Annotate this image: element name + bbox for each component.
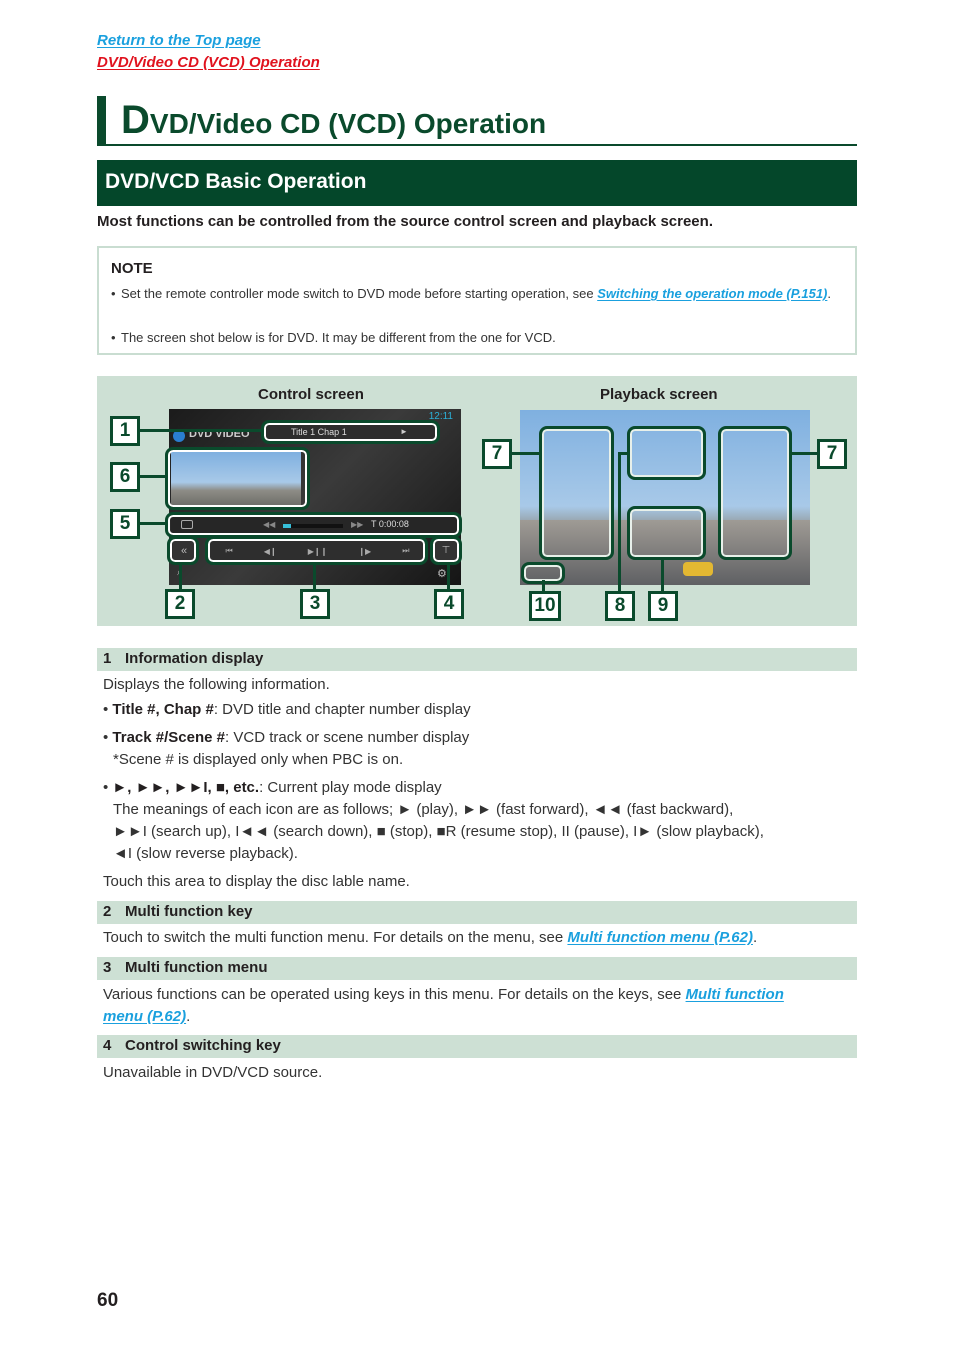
section-title: Multi function menu — [125, 959, 268, 976]
section-text: Touch to switch the multi function menu.… — [103, 929, 757, 946]
switching-mode-link[interactable]: Switching the operation mode (P.151) — [597, 286, 827, 301]
callout-9: 9 — [648, 591, 678, 621]
highlight-area-7-left — [539, 426, 614, 560]
section-text: Unavailable in DVD/VCD source. — [103, 1064, 323, 1081]
title-initial: D — [121, 98, 150, 142]
section-title: Multi function key — [125, 903, 253, 920]
highlight-area-8 — [627, 426, 706, 480]
term: Track #/Scene # — [112, 729, 226, 746]
intro-text: Most functions can be controlled from th… — [97, 213, 713, 230]
highlight-control-switching-key — [430, 536, 462, 565]
highlight-area-7-right — [718, 426, 792, 560]
note-after: . — [827, 286, 831, 301]
section-title: Information display — [125, 650, 264, 667]
callout-3: 3 — [300, 589, 330, 619]
section-heading: DVD/VCD Basic Operation — [97, 160, 857, 206]
section-number: 3 — [103, 959, 112, 976]
bullet: • — [111, 286, 116, 301]
note-text: The screen shot below is for DVD. It may… — [121, 330, 556, 345]
return-to-top-link[interactable]: Return to the Top page — [97, 32, 261, 49]
control-screen-caption: Control screen — [258, 386, 364, 403]
bullet-track-scene: • Track #/Scene #: VCD track or scene nu… — [103, 729, 470, 746]
definition: : VCD track or scene number display — [225, 729, 470, 746]
taxi-image — [683, 562, 713, 576]
callout-line — [618, 452, 621, 592]
callout-7-right: 7 — [817, 439, 847, 469]
multi-function-menu-link[interactable]: Multi function — [686, 986, 784, 1003]
title-bar-decoration — [97, 96, 106, 145]
highlight-search-bar — [165, 512, 462, 538]
text-after: . — [186, 1008, 191, 1025]
note-text: Set the remote controller mode switch to… — [121, 286, 598, 301]
callout-5: 5 — [110, 509, 140, 539]
section-text: Various functions can be operated using … — [103, 986, 784, 1003]
highlight-multi-function-menu — [205, 536, 428, 565]
highlight-multi-function-key — [167, 536, 199, 565]
section-text-cont: menu (P.62). — [103, 1008, 190, 1025]
section-number: 4 — [103, 1037, 112, 1054]
callout-line — [138, 522, 166, 525]
section-header-multi-function-key: 2 Multi function key — [97, 901, 857, 924]
page-title-text: DVD/Video CD (VCD) Operation — [121, 98, 546, 143]
title-rest: VD/Video CD (VCD) Operation — [149, 108, 547, 139]
highlight-info-display — [261, 420, 440, 444]
playback-screen-caption: Playback screen — [600, 386, 718, 403]
note-title: NOTE — [111, 260, 153, 277]
multi-function-menu-link-cont[interactable]: menu (P.62) — [103, 1008, 186, 1025]
section-text: Displays the following information. — [103, 676, 330, 693]
scene-note: *Scene # is displayed only when PBC is o… — [113, 751, 404, 768]
section-header-control-switching-key: 4 Control switching key — [97, 1035, 857, 1058]
note-item: • Set the remote controller mode switch … — [111, 284, 831, 303]
callout-10: 10 — [529, 591, 561, 621]
definition: : Current play mode display — [259, 779, 442, 796]
callout-line — [447, 562, 450, 590]
page-title: DVD/Video CD (VCD) Operation — [97, 96, 857, 146]
section-header-information-display: 1 Information display — [97, 648, 857, 671]
callout-line — [618, 452, 630, 455]
callout-line — [661, 558, 664, 592]
callout-6: 6 — [110, 462, 140, 492]
section-title: Control switching key — [125, 1037, 281, 1054]
settings-gear-icon[interactable]: ⚙ — [437, 567, 447, 580]
section-number: 1 — [103, 650, 112, 667]
highlight-thumbnail — [165, 447, 310, 510]
page-number: 60 — [97, 1290, 119, 1311]
text-after: . — [752, 929, 758, 946]
text: Touch to switch the multi function menu.… — [103, 929, 568, 946]
section-header-multi-function-menu: 3 Multi function menu — [97, 957, 857, 980]
callout-line — [179, 562, 182, 590]
section-link[interactable]: DVD/Video CD (VCD) Operation — [97, 54, 320, 71]
callout-2: 2 — [165, 589, 195, 619]
callout-line — [138, 429, 263, 432]
highlight-area-9 — [627, 506, 706, 560]
icon-meanings-line: The meanings of each icon are as follows… — [113, 801, 734, 818]
callout-8: 8 — [605, 591, 635, 621]
note-item: • The screen shot below is for DVD. It m… — [111, 328, 831, 347]
term: ►, ►►, ►►I, ■, etc. — [112, 779, 260, 796]
icon-meanings-line: ◄I (slow reverse playback). — [113, 845, 298, 862]
callout-line — [138, 475, 166, 478]
icon-meanings-line: ►►I (search up), I◄◄ (search down), ■ (s… — [113, 823, 764, 840]
note-box: NOTE • Set the remote controller mode sw… — [97, 246, 857, 355]
text: Various functions can be operated using … — [103, 986, 686, 1003]
definition: : DVD title and chapter number display — [213, 701, 471, 718]
callout-line — [313, 562, 316, 590]
callout-4: 4 — [434, 589, 464, 619]
bullet: • — [111, 330, 116, 345]
callout-7-left: 7 — [482, 439, 512, 469]
callout-line — [512, 452, 541, 455]
bullet-play-mode: • ►, ►►, ►►I, ■, etc.: Current play mode… — [103, 779, 442, 796]
callout-line — [790, 452, 820, 455]
section-text: Touch this area to display the disc labl… — [103, 873, 410, 890]
multi-function-menu-link[interactable]: Multi function menu (P.62) — [567, 929, 753, 946]
section-number: 2 — [103, 903, 112, 920]
term: Title #, Chap # — [112, 701, 214, 718]
bullet-title-chap: • Title #, Chap #: DVD title and chapter… — [103, 701, 471, 718]
callout-1: 1 — [110, 416, 140, 446]
